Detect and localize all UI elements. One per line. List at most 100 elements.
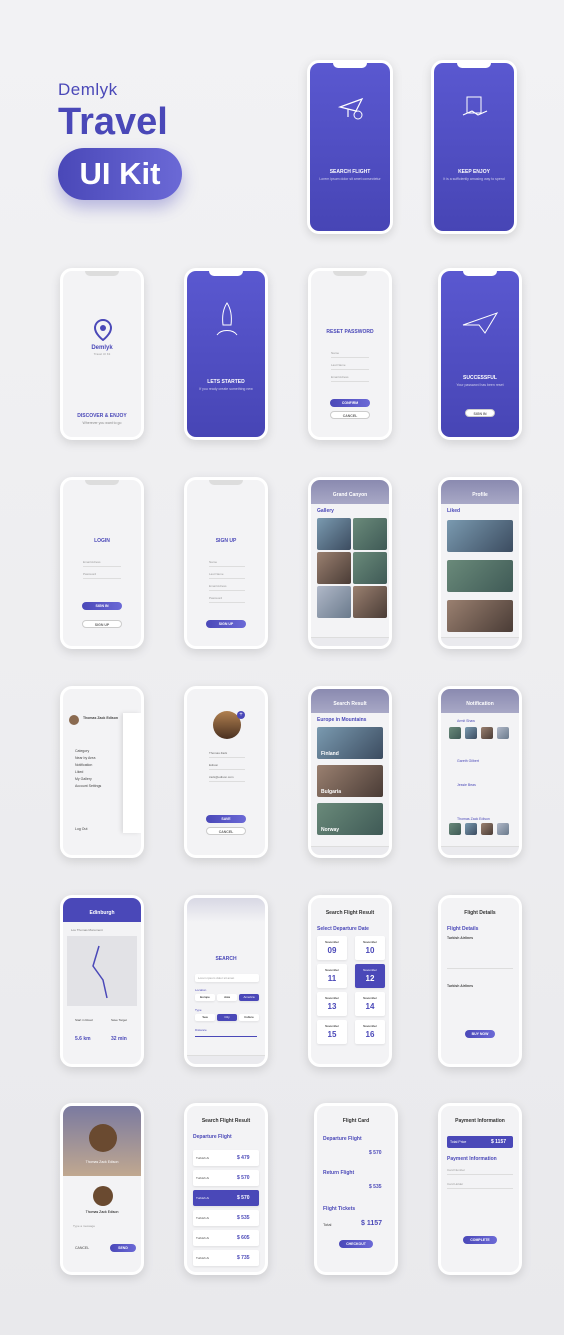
flight-row[interactable]: Turkish Ai $ 479: [193, 1150, 259, 1166]
confirm-button[interactable]: CONFIRM: [330, 399, 370, 407]
menu-item[interactable]: Liked: [75, 770, 83, 774]
edit-email-field[interactable]: zack@edison.com: [209, 775, 234, 779]
cancel-button[interactable]: CANCEL: [75, 1246, 89, 1250]
flight-airline: Turkish Ai: [196, 1196, 210, 1200]
notif-photo[interactable]: [449, 727, 461, 739]
save-target-button[interactable]: Save Target: [111, 1018, 127, 1022]
date-month: November: [325, 1024, 339, 1028]
signin-button[interactable]: SIGN IN: [82, 602, 122, 610]
flight-airline: Turkish Ai: [196, 1256, 210, 1260]
reset-email-field[interactable]: Email Adress: [331, 375, 349, 379]
screen: LOGIN Email Adress Password SIGN IN SIGN…: [63, 480, 141, 646]
gallery-photo[interactable]: [317, 518, 351, 550]
date-tile[interactable]: November 13: [317, 992, 347, 1016]
menu-item[interactable]: Near by Area: [75, 756, 95, 760]
menu-item[interactable]: Category: [75, 749, 89, 753]
flight-row[interactable]: Turkish Ai $ 535: [193, 1210, 259, 1226]
notif-photo[interactable]: [497, 727, 509, 739]
avatar[interactable]: [69, 715, 79, 725]
date-tile[interactable]: November 15: [317, 1020, 347, 1044]
liked-photo[interactable]: [447, 520, 513, 552]
signup-name-field[interactable]: Name: [209, 560, 217, 564]
flight-row[interactable]: Turkish Ai $ 570: [193, 1190, 259, 1206]
filter-chip[interactable]: America: [239, 994, 259, 1001]
filter-chip[interactable]: Asia: [217, 994, 237, 1001]
gallery-photo[interactable]: [317, 586, 351, 618]
gallery-photo[interactable]: [353, 518, 387, 550]
complete-button[interactable]: COMPLETE: [463, 1236, 497, 1244]
signup-email-field[interactable]: Email Adress: [209, 584, 227, 588]
date-tile[interactable]: November 14: [355, 992, 385, 1016]
header: Search Flight Result: [187, 1106, 265, 1130]
signup-button[interactable]: SIGN UP: [82, 620, 122, 628]
cancel-button[interactable]: CANCEL: [206, 827, 246, 835]
edit-name-field[interactable]: Thomas Zack: [209, 751, 227, 755]
checkout-button[interactable]: CHECKOUT: [339, 1240, 373, 1248]
date-tile[interactable]: November 09: [317, 936, 347, 960]
card-holder-field[interactable]: Card Holder: [447, 1182, 463, 1186]
chat-name: Thomas Zack Edison: [85, 1160, 119, 1164]
signup-password-field[interactable]: Password: [209, 596, 222, 600]
filter-chip[interactable]: City: [217, 1014, 237, 1021]
filter-chip[interactable]: Sea: [195, 1014, 215, 1021]
success-title: SUCCESSFUL: [463, 375, 497, 381]
flight-row[interactable]: Turkish Ai $ 570: [193, 1170, 259, 1186]
start-road-button[interactable]: Start in Road: [75, 1018, 93, 1022]
reset-title: RESET PASSWORD: [326, 329, 374, 335]
add-photo-icon[interactable]: +: [237, 711, 245, 719]
notif-photo[interactable]: [481, 823, 493, 835]
logout-item[interactable]: Log Out: [75, 827, 87, 831]
signin-button[interactable]: SIGN IN: [465, 409, 495, 417]
flight-row[interactable]: Turkish Ai $ 735: [193, 1250, 259, 1266]
menu-item[interactable]: Notification: [75, 763, 92, 767]
header: [187, 898, 265, 922]
login-email-field[interactable]: Email Adress: [83, 560, 101, 564]
filter-chip[interactable]: Europe: [195, 994, 215, 1001]
notif-photo[interactable]: [481, 727, 493, 739]
gallery-photo[interactable]: [353, 586, 387, 618]
date-tile[interactable]: November 10: [355, 936, 385, 960]
page-preview: [123, 713, 141, 833]
date-day: 15: [327, 1030, 337, 1039]
message-input[interactable]: Type a message: [73, 1224, 95, 1228]
phone-profile-edit: + Thomas Zack Edison zack@edison.com SAV…: [184, 686, 268, 858]
phone-profile: Profile Liked: [438, 477, 522, 649]
signup-button[interactable]: SIGN UP: [206, 620, 246, 628]
menu-item[interactable]: Account Settings: [75, 784, 101, 788]
date-month: November: [325, 940, 339, 944]
signup-lastname-field[interactable]: Last Name: [209, 572, 224, 576]
date-tile[interactable]: November 12: [355, 964, 385, 988]
map-view[interactable]: [67, 936, 137, 1006]
flight-row[interactable]: Turkish Ai $ 605: [193, 1230, 259, 1246]
login-title: LOGIN: [94, 538, 110, 544]
notif-photo[interactable]: [497, 823, 509, 835]
liked-photo[interactable]: [447, 560, 513, 592]
reset-name-field[interactable]: Name: [331, 351, 339, 355]
distance-slider[interactable]: [195, 1036, 257, 1037]
login-password-field[interactable]: Password: [83, 572, 96, 576]
gallery-photo[interactable]: [317, 552, 351, 584]
filter-chip[interactable]: Culture: [239, 1014, 259, 1021]
date-tile[interactable]: November 16: [355, 1020, 385, 1044]
liked-photo[interactable]: [447, 600, 513, 632]
buy-now-button[interactable]: BUY NOW: [465, 1030, 495, 1038]
gallery-photo[interactable]: [353, 552, 387, 584]
send-button[interactable]: SEND: [110, 1244, 136, 1252]
notif-photo[interactable]: [465, 727, 477, 739]
date-month: November: [363, 940, 377, 944]
lets-desc: If you ready create something new: [199, 387, 253, 391]
notif-photo[interactable]: [465, 823, 477, 835]
edit-lastname-field[interactable]: Edison: [209, 763, 218, 767]
search-input[interactable]: Lorem ipsum dolor sit amet: [195, 974, 259, 982]
date-tile[interactable]: November 11: [317, 964, 347, 988]
save-button[interactable]: SAVE: [206, 815, 246, 823]
phone-chat: Thomas Zack Edison Thomas Zack Edison Ty…: [60, 1103, 144, 1275]
rocket-icon: [216, 302, 238, 336]
menu-item[interactable]: My Gallery: [75, 777, 92, 781]
card-number-field[interactable]: Card Number: [447, 1168, 465, 1172]
cancel-button[interactable]: CANCEL: [330, 411, 370, 419]
notif-photo[interactable]: [449, 823, 461, 835]
reset-lastname-field[interactable]: Last Name: [331, 363, 346, 367]
onboard-desc: Lorem ipsum dolor sit amet consectetur: [319, 177, 381, 181]
phone-search-flight: SEARCH FLIGHT Lorem ipsum dolor sit amet…: [307, 60, 393, 234]
